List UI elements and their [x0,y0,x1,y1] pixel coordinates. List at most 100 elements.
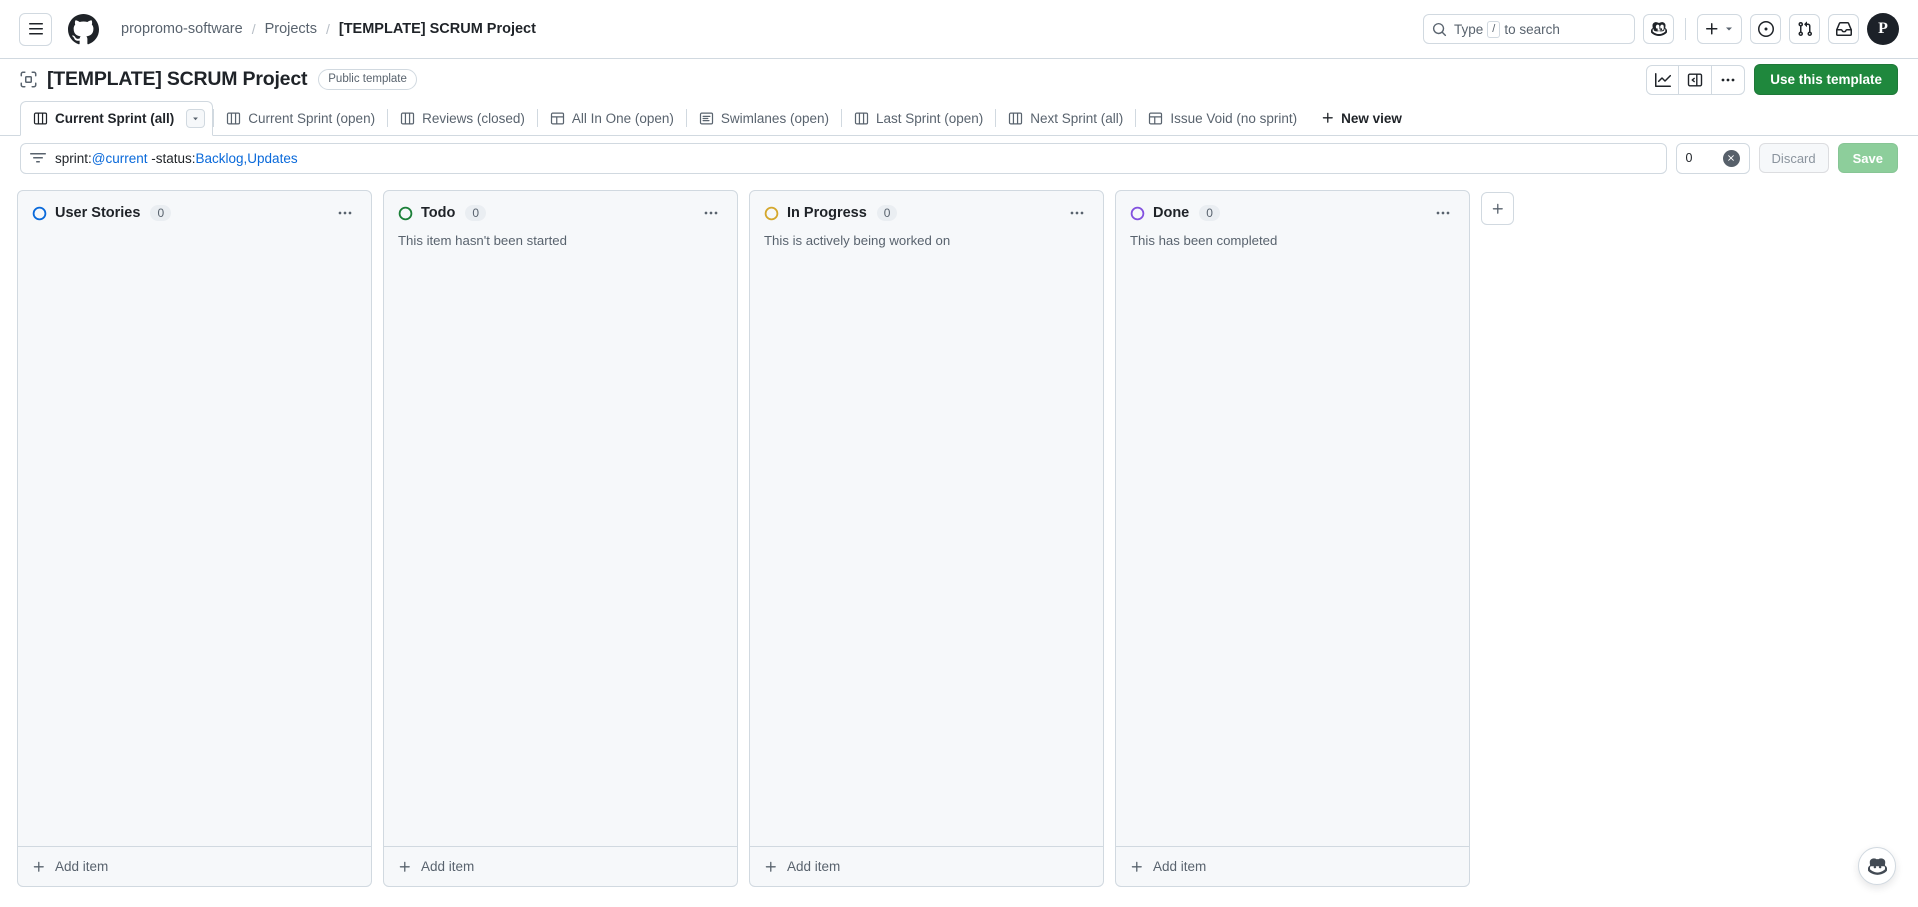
side-panel-icon [1687,72,1703,88]
project-view-button-group [1646,64,1746,95]
tab-reviews-closed[interactable]: Reviews (closed) [388,101,537,135]
tab-swimlanes-open[interactable]: Swimlanes (open) [687,101,841,135]
filter-query-token: Backlog,Updates [195,150,298,166]
column-card-list[interactable] [384,250,737,846]
column-description: This has been completed [1130,233,1278,248]
status-circle-icon [32,206,47,221]
column-menu-button[interactable] [333,203,357,223]
pull-requests-button[interactable] [1789,14,1820,44]
project-more-menu-button[interactable] [1712,64,1746,95]
column-name: Todo [421,205,456,221]
column-card-list[interactable] [18,223,371,846]
board-column-in-progress: In Progress 0 This is actively being worke… [749,190,1104,887]
add-item-button[interactable]: Add item [1116,846,1469,886]
global-header: propromo-software / Projects / [TEMPLATE… [0,0,1918,59]
board-view-icon [226,111,241,126]
filter-bar: sprint:@current -status:Backlog,Updates … [0,136,1918,180]
tab-all-in-one-open[interactable]: All In One (open) [538,101,686,135]
column-title-row: In Progress 0 [764,203,1089,223]
column-title-row: Done 0 [1130,203,1455,223]
tab-label: Issue Void (no sprint) [1170,110,1298,126]
new-view-button[interactable]: New view [1309,101,1414,135]
hamburger-menu-button[interactable] [19,12,52,46]
plus-icon [32,860,46,874]
copilot-button[interactable] [1643,14,1674,44]
tab-label: Reviews (closed) [422,110,525,126]
save-button[interactable]: Save [1837,143,1898,173]
board-view-icon [400,111,415,126]
insights-button[interactable] [1646,64,1680,95]
column-card-list[interactable] [1116,250,1469,846]
discard-button[interactable]: Discard [1758,143,1829,173]
tab-label: Current Sprint (open) [248,110,376,126]
graph-line-icon [1654,72,1671,88]
issues-button[interactable] [1750,14,1781,44]
column-title-row: Todo 0 [398,203,723,223]
inbox-button[interactable] [1828,14,1859,44]
column-menu-button[interactable] [1065,203,1089,223]
breadcrumb-owner[interactable]: propromo-software [121,21,243,37]
column-menu-button[interactable] [699,203,723,223]
filter-count-box: 0 [1675,142,1750,174]
add-item-button[interactable]: Add item [18,846,371,886]
git-pull-request-icon [1797,21,1813,37]
tab-label: Next Sprint (all) [1030,110,1124,126]
chevron-down-icon [1723,23,1735,35]
create-new-button[interactable] [1697,14,1742,44]
filter-query-token: @current [91,150,148,166]
triangle-down-icon[interactable] [186,109,206,128]
tab-issue-void-no-sprint[interactable]: Issue Void (no sprint) [1136,101,1309,135]
add-item-button[interactable]: Add item [750,846,1103,886]
use-this-template-button[interactable]: Use this template [1754,64,1898,95]
search-input[interactable]: Type / to search [1423,14,1635,44]
hamburger-menu-icon [28,21,44,37]
plus-icon [398,860,412,874]
column-header: In Progress 0 This is actively being worke… [750,191,1103,250]
board-column-user-stories: User Stories 0 Add item [17,190,372,887]
search-placeholder: Type / to search [1454,20,1560,38]
add-column-button[interactable] [1481,192,1514,225]
tab-current-sprint-open[interactable]: Current Sprint (open) [214,101,387,135]
plus-icon [764,860,778,874]
column-name: Done [1153,205,1190,221]
header-divider [1685,18,1686,40]
x-circle-fill-icon[interactable] [1722,149,1740,167]
breadcrumb-current-project[interactable]: [TEMPLATE] SCRUM Project [339,21,536,37]
column-menu-button[interactable] [1431,203,1455,223]
board-view-icon [1008,111,1023,126]
toggle-side-panel-button[interactable] [1679,64,1713,95]
status-circle-icon [398,206,413,221]
add-item-button[interactable]: Add item [384,846,737,886]
column-description: This is actively being worked on [764,233,951,248]
column-header: User Stories 0 [18,191,371,223]
search-slash-key: / [1487,20,1501,38]
column-item-count: 0 [1199,205,1220,221]
github-logo-link[interactable] [68,13,99,45]
tab-label: Swimlanes (open) [720,110,829,126]
project-title-bar: [TEMPLATE] SCRUM Project Public template… [0,59,1918,100]
filter-bar-right: 0 Discard Save [1675,142,1898,174]
add-item-label: Add item [55,859,109,874]
tab-label: Current Sprint (all) [55,111,175,126]
issue-opened-icon [1757,21,1774,37]
tab-current-sprint-all[interactable]: Current Sprint (all) [20,101,214,136]
filter-query-input[interactable]: sprint:@current -status:Backlog,Updates [20,142,1667,174]
tab-label: All In One (open) [571,110,674,126]
board-column-todo: Todo 0 This item hasn't been started Add it… [383,190,738,887]
column-name: In Progress [787,205,867,221]
board-view-icon [854,111,869,126]
project-template-icon [20,71,37,88]
tab-last-sprint-open[interactable]: Last Sprint (open) [842,101,995,135]
github-logo-icon [68,13,99,45]
status-circle-icon [764,206,779,221]
breadcrumb-projects[interactable]: Projects [265,21,317,37]
status-circle-icon [1130,206,1145,221]
column-card-list[interactable] [750,250,1103,846]
add-item-label: Add item [1153,859,1207,874]
tab-next-sprint-all[interactable]: Next Sprint (all) [996,101,1135,135]
column-title-row: User Stories 0 [32,203,357,223]
avatar[interactable]: P [1867,13,1899,45]
filter-result-count: 0 [1685,151,1693,165]
tab-label: Last Sprint (open) [875,110,984,126]
copilot-fab-button[interactable] [1858,847,1896,885]
